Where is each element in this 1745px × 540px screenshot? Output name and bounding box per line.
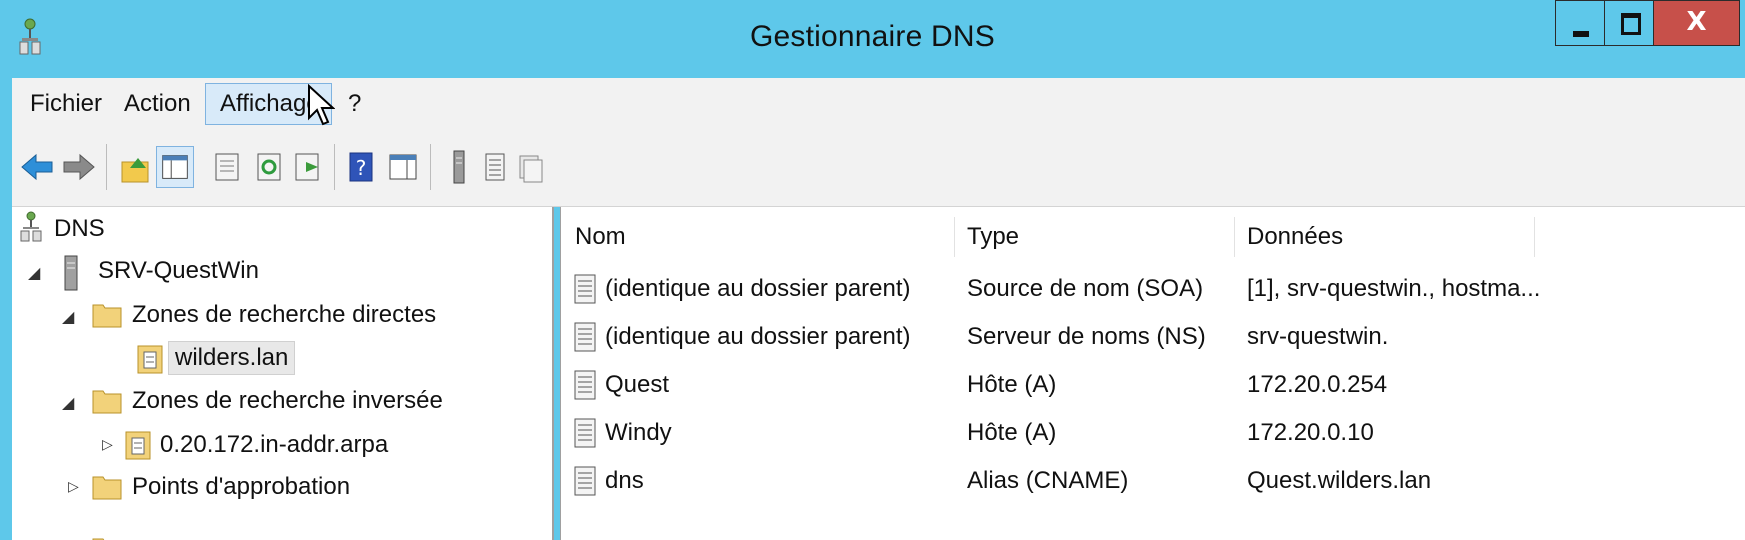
folder-icon: [92, 304, 122, 328]
toolbar: ?: [12, 132, 1745, 207]
record-name: Windy: [605, 419, 672, 446]
record-data: [1], srv-questwin., hostma...: [1247, 275, 1541, 302]
menu-help[interactable]: ?: [334, 83, 375, 125]
export-list-icon[interactable]: [288, 146, 326, 188]
menu-file[interactable]: Fichier: [16, 83, 116, 125]
title-bar[interactable]: Gestionnaire DNS X: [0, 0, 1745, 78]
server-icon: [64, 255, 78, 291]
maximize-icon: [1621, 13, 1641, 35]
record-data: srv-questwin.: [1247, 323, 1389, 350]
folder-icon: [92, 538, 105, 540]
tree-label-dns: DNS: [54, 215, 105, 242]
show-hide-tree-icon[interactable]: [156, 146, 194, 188]
zone-icon: [125, 431, 151, 460]
table-row[interactable]: dns Alias (CNAME) Quest.wilders.lan: [561, 459, 1745, 505]
properties-icon[interactable]: [208, 146, 246, 188]
maximize-button[interactable]: [1604, 0, 1654, 46]
server-icon[interactable]: [440, 146, 478, 188]
table-row[interactable]: (identique au dossier parent) Serveur de…: [561, 315, 1745, 361]
refresh-icon[interactable]: [250, 146, 288, 188]
record-data: 172.20.0.10: [1247, 419, 1374, 446]
record-name: dns: [605, 467, 644, 494]
tree-label-trust-points: Points d'approbation: [132, 473, 351, 500]
record-type: Source de nom (SOA): [967, 275, 1204, 302]
show-action-pane-icon[interactable]: [384, 146, 422, 188]
detail-view-icon[interactable]: [512, 146, 550, 188]
back-arrow-icon[interactable]: [18, 146, 56, 188]
record-icon: [574, 322, 596, 352]
menu-action[interactable]: Action: [110, 83, 205, 125]
window-title: Gestionnaire DNS: [750, 20, 995, 53]
table-row[interactable]: (identique au dossier parent) Source de …: [561, 267, 1745, 313]
tree-label-forward-zones: Zones de recherche directes: [132, 301, 437, 328]
folder-icon: [92, 476, 122, 500]
record-type: Hôte (A): [967, 419, 1057, 446]
record-name: (identique au dossier parent): [605, 275, 911, 302]
close-button[interactable]: X: [1653, 0, 1740, 46]
record-name: (identique au dossier parent): [605, 323, 911, 350]
record-type: Alias (CNAME): [967, 467, 1129, 494]
records-list[interactable]: Nom Type Données (identique au dossier p…: [560, 207, 1745, 540]
expand-arrow-icon[interactable]: ▷: [102, 437, 113, 453]
close-icon: X: [1686, 7, 1707, 37]
record-icon: [574, 466, 596, 496]
record-icon: [574, 274, 596, 304]
menu-bar: Fichier Action Affichage ?: [12, 78, 1745, 133]
record-icon: [574, 370, 596, 400]
expand-arrow-icon[interactable]: ▷: [68, 479, 79, 495]
record-data: 172.20.0.254: [1247, 371, 1388, 398]
table-row[interactable]: Windy Hôte (A) 172.20.0.10: [561, 411, 1745, 457]
column-header-data[interactable]: Données: [1235, 217, 1535, 257]
record-icon: [574, 418, 596, 448]
console-tree[interactable]: DNS ◢ SRV-QuestWin ◢ Zones de recherche …: [12, 207, 554, 540]
tree-label-zone-reverse: 0.20.172.in-addr.arpa: [160, 431, 389, 458]
tree-label-server: SRV-QuestWin: [98, 257, 259, 284]
svg-text:?: ?: [356, 156, 367, 180]
forward-arrow-icon[interactable]: [60, 146, 98, 188]
dns-icon: [20, 211, 42, 242]
list-view-icon[interactable]: [476, 146, 514, 188]
record-data: Quest.wilders.lan: [1247, 467, 1432, 494]
record-type: Hôte (A): [967, 371, 1057, 398]
record-type: Serveur de noms (NS): [967, 323, 1206, 350]
folder-icon: [92, 390, 122, 414]
collapse-arrow-icon[interactable]: ◢: [62, 393, 74, 412]
column-header-name[interactable]: Nom: [563, 217, 955, 257]
zone-icon: [137, 345, 163, 374]
tree-label-reverse-zones: Zones de recherche inversée: [132, 387, 443, 414]
minimize-button[interactable]: [1555, 0, 1605, 46]
collapse-arrow-icon[interactable]: ◢: [28, 263, 40, 282]
collapse-arrow-icon[interactable]: ◢: [62, 307, 74, 326]
help-icon[interactable]: ?: [342, 146, 380, 188]
record-name: Quest: [605, 371, 670, 398]
column-header-type[interactable]: Type: [955, 217, 1235, 257]
up-folder-icon[interactable]: [116, 146, 154, 188]
table-row[interactable]: Quest Hôte (A) 172.20.0.254: [561, 363, 1745, 409]
tree-label-zone-wilders: wilders.lan: [168, 341, 296, 375]
mouse-cursor-icon: [308, 84, 335, 126]
minimize-icon: [1573, 31, 1589, 37]
